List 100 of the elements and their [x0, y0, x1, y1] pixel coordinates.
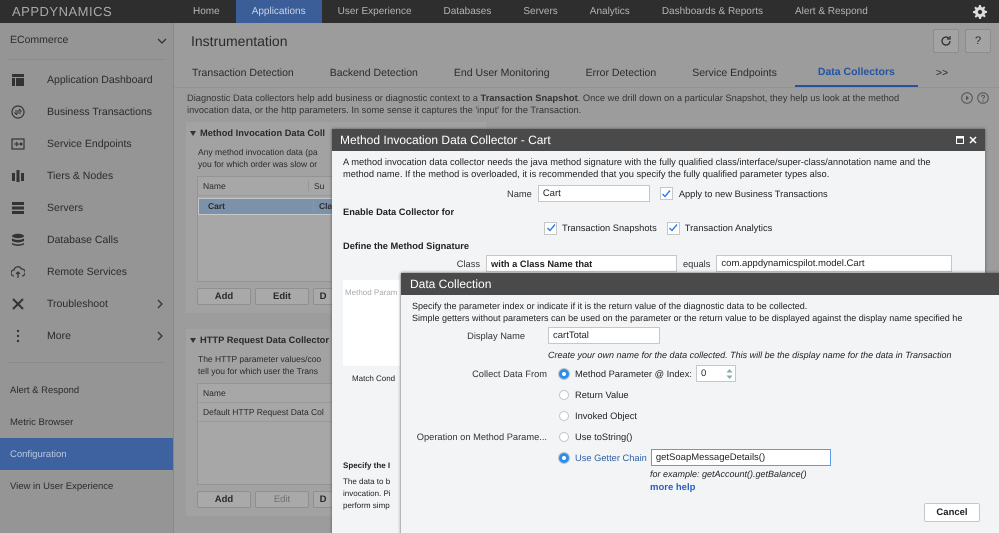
radio-button[interactable] [559, 432, 569, 442]
sidebar-link[interactable]: Alert & Respond [0, 374, 173, 406]
tab[interactable]: Data Collectors [794, 59, 918, 87]
nav-tab[interactable]: Databases [428, 0, 508, 23]
database-icon [11, 233, 25, 247]
radio-label: Invoked Object [575, 410, 638, 422]
tab[interactable]: Error Detection [568, 59, 674, 87]
checkbox-label: Transaction Analytics [684, 222, 772, 234]
table-cell-text: Default HTTP Request Data Col [202, 407, 324, 417]
radio-button[interactable] [559, 368, 569, 378]
table-cell-text: Cart [207, 201, 226, 211]
table-action-button[interactable]: Edit [255, 288, 309, 305]
sidebar-link[interactable]: View in User Experience [0, 470, 173, 502]
field-label: Match Cond [352, 373, 396, 385]
dialog-description: Specify the parameter index or indicate if it is the return value of the diagnostic data to be collected. [412, 300, 808, 312]
tab[interactable]: Transaction Detection [174, 59, 312, 87]
radio-button[interactable] [559, 390, 569, 400]
checkbox-label: Transaction Snapshots [562, 222, 657, 234]
table-action-button[interactable]: Add [197, 288, 251, 305]
dialog-title: Data Collection [410, 277, 492, 291]
sidebar-item[interactable]: Tiers & Nodes [0, 160, 173, 192]
cloud-upload-icon [11, 265, 25, 279]
play-icon[interactable] [961, 92, 973, 104]
more-tabs-button[interactable]: >> [918, 59, 966, 87]
field-label: Operation on Method Parame... [416, 432, 547, 442]
endpoint-icon [11, 137, 25, 151]
sidebar-item[interactable]: Remote Services [0, 256, 173, 288]
chevron-down-icon [157, 38, 167, 44]
checkbox[interactable] [544, 222, 557, 234]
field-label: Class [456, 258, 480, 268]
tiers-icon [11, 169, 25, 183]
description-text: Diagnostic Data collectors help add business or diagnostic context to a Transaction Snapshot. Once we drill down on a particular Snapshot, they help us look at the method [187, 92, 900, 104]
section-text: invocation. Pi [343, 488, 392, 500]
dialog-description: A method invocation data collector needs the java method signature with the fully qualified class/interface/super-class/annotation name and the [343, 156, 932, 168]
description-text: invocation data, or the http parameters. In some sense it captures the 'input' for the Transaction. [187, 104, 582, 116]
class-name-field[interactable]: com.appdynamicspilot.model.Cart [716, 255, 952, 272]
table-action-button[interactable]: D [313, 288, 333, 305]
collapse-triangle-icon[interactable] [190, 338, 196, 342]
checkbox[interactable] [666, 222, 680, 234]
collapse-triangle-icon[interactable] [190, 130, 196, 136]
cancel-button[interactable]: Cancel [924, 503, 980, 522]
field-label: Name [507, 188, 532, 198]
maximize-icon[interactable] [956, 136, 964, 144]
tab[interactable]: Backend Detection [312, 59, 436, 87]
nav-tab[interactable]: Home [177, 0, 236, 23]
radio-label: Use Getter Chain [575, 452, 647, 464]
nav-tab[interactable]: User Experience [322, 0, 428, 23]
checkbox-label: Apply to new Business Transactions [678, 188, 828, 200]
radio-button[interactable] [559, 452, 569, 462]
section-heading: Specify the I [343, 460, 392, 472]
section-text: tell you for which user the Trans [198, 365, 318, 377]
example-text: for example: getAccount().getBalance() [650, 468, 808, 480]
name-field[interactable]: Cart [538, 185, 650, 202]
table-action-button[interactable]: D [313, 491, 333, 508]
nav-tab[interactable]: Alert & Respond [778, 0, 884, 23]
settings-icon[interactable] [973, 4, 987, 18]
tab[interactable]: End User Monitoring [436, 59, 568, 87]
display-name-field[interactable]: cartTotal [548, 327, 660, 344]
table-action-button[interactable]: Add [197, 491, 251, 508]
field-label: Display Name [466, 330, 526, 340]
section-text: The data to b [343, 476, 392, 488]
sidebar-link[interactable]: Metric Browser [0, 406, 173, 438]
refresh-icon [940, 35, 952, 47]
tools-icon [11, 297, 25, 311]
checkbox[interactable] [660, 187, 673, 200]
radio-button[interactable] [559, 410, 569, 420]
section-text: you for which order was slow or [198, 158, 318, 170]
nav-tab[interactable]: Applications [236, 0, 322, 23]
page-title: Instrumentation [191, 33, 288, 49]
nav-tab[interactable]: Analytics [574, 0, 646, 23]
exchange-icon [11, 105, 25, 119]
sidebar-item[interactable]: Service Endpoints [0, 128, 173, 160]
application-selector[interactable]: ECommerce [0, 23, 173, 55]
index-spinner-field[interactable]: 0 [696, 365, 736, 382]
tab[interactable]: Service Endpoints [674, 59, 795, 87]
spinner-arrows-icon[interactable] [724, 366, 734, 380]
dialog-description: Simple getters without parameters can be used on the parameter or the return value to be displayed against the display name specified he [412, 312, 964, 324]
more-help-link[interactable]: more help [650, 482, 696, 493]
help-button[interactable]: ? [965, 29, 991, 53]
section-heading: HTTP Request Data Collector [200, 334, 329, 346]
sidebar-item[interactable]: Servers [0, 192, 173, 224]
method-parameters-box: Method Param [343, 280, 400, 366]
refresh-button[interactable] [933, 29, 959, 53]
dialog-title: Method Invocation Data Collector - Cart [340, 133, 552, 147]
help-icon[interactable] [977, 92, 989, 104]
sidebar-item[interactable]: Application Dashboard [0, 64, 173, 96]
sidebar-item[interactable]: Database Calls [0, 224, 173, 256]
dialog-description: method name. If the method is overloaded, it is recommended that you specify the fully qualified parameter types also. [343, 168, 830, 180]
field-label: equals [683, 258, 710, 268]
column-header: Name [202, 181, 227, 191]
nav-tab[interactable]: Servers [507, 0, 574, 23]
sidebar-link[interactable]: Configuration [0, 438, 173, 470]
radio-label: Method Parameter @ Index: [575, 368, 692, 380]
sidebar-item[interactable]: Troubleshoot [0, 288, 173, 320]
nav-tab[interactable]: Dashboards & Reports [646, 0, 779, 23]
close-icon[interactable] [969, 136, 977, 144]
sidebar-item[interactable]: More [0, 320, 173, 352]
getter-chain-field[interactable]: getSoapMessageDetails() [650, 449, 831, 466]
sidebar-item[interactable]: Business Transactions [0, 96, 173, 128]
class-match-dropdown[interactable]: with a Class Name that [486, 255, 677, 272]
